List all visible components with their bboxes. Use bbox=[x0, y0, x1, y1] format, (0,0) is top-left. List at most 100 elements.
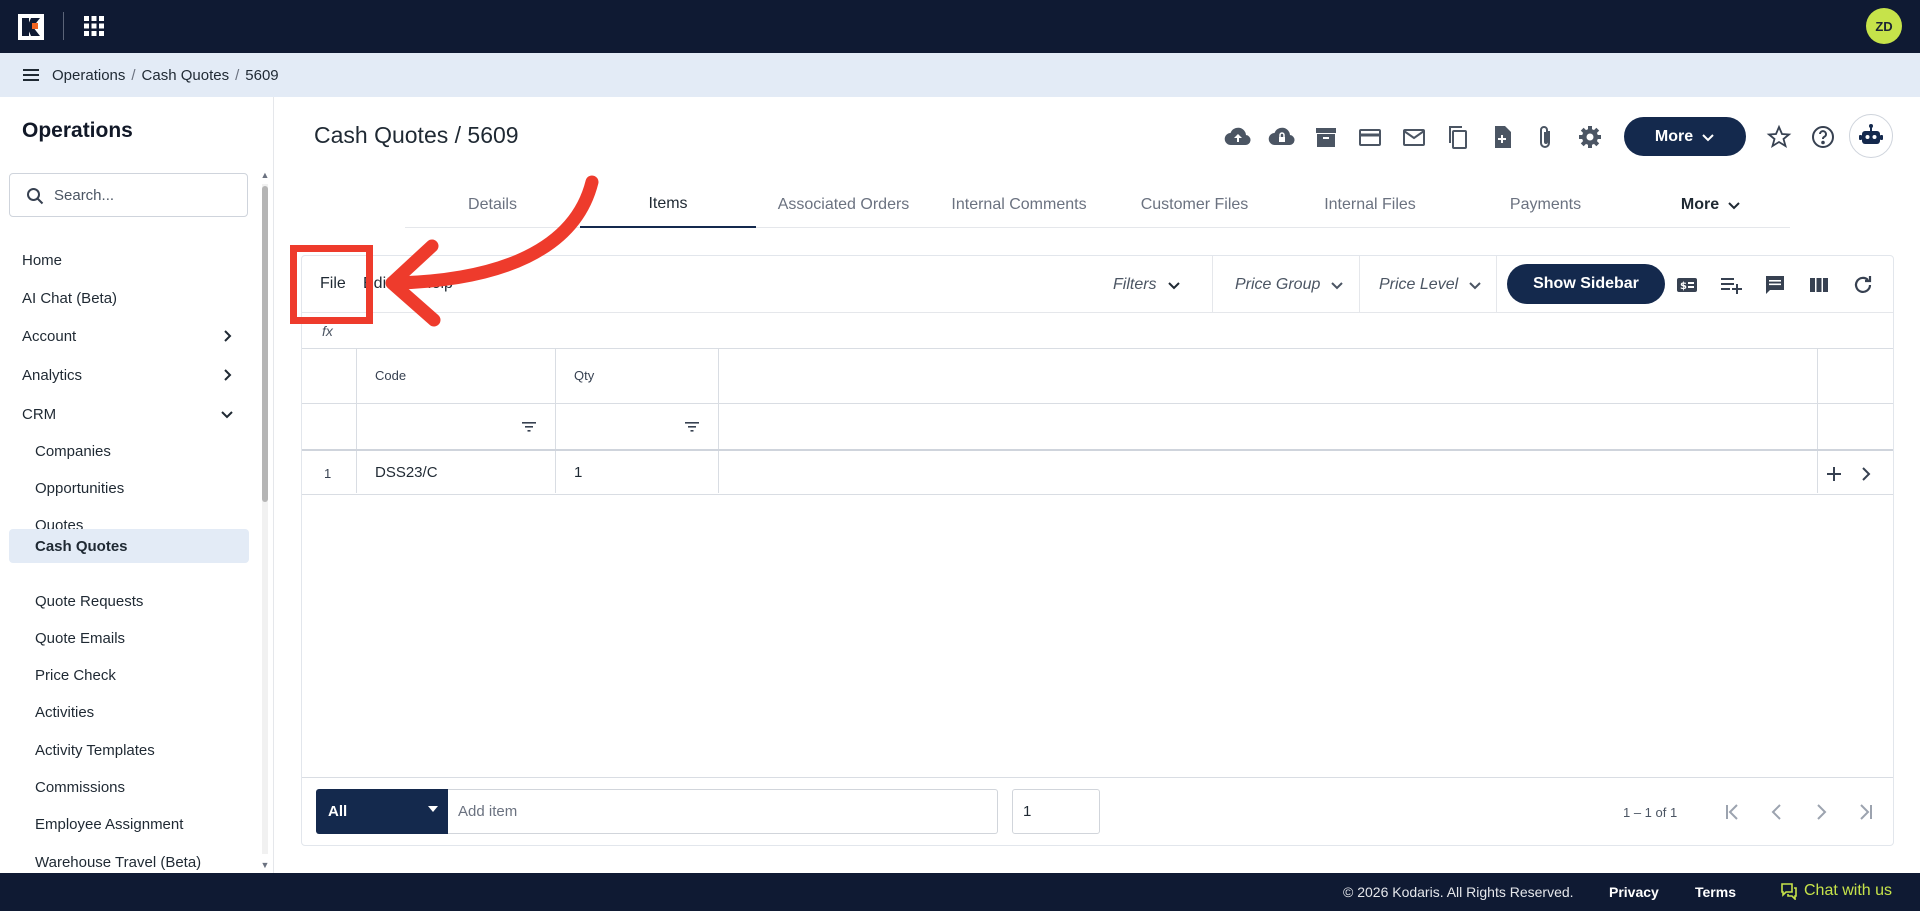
breadcrumb-operations[interactable]: Operations bbox=[52, 67, 125, 84]
mail-icon[interactable] bbox=[1400, 123, 1428, 151]
cloud-upload-icon[interactable] bbox=[1224, 123, 1252, 151]
grid-border bbox=[302, 348, 1893, 349]
sidebar-item-opportunities[interactable]: Opportunities bbox=[9, 471, 249, 505]
new-document-icon[interactable] bbox=[1488, 123, 1516, 151]
sidebar-item-account[interactable]: Account bbox=[9, 319, 249, 353]
chat-with-us-button[interactable]: Chat with us bbox=[1780, 882, 1892, 900]
chevron-right-icon bbox=[224, 330, 232, 342]
sidebar-item-label: Analytics bbox=[22, 366, 83, 384]
first-page-icon[interactable] bbox=[1722, 801, 1744, 823]
next-page-icon[interactable] bbox=[1810, 801, 1832, 823]
sidebar-item-label: Cash Quotes bbox=[35, 537, 128, 555]
scroll-down-arrow-icon[interactable]: ▼ bbox=[260, 860, 270, 870]
breadcrumb-cash-quotes[interactable]: Cash Quotes bbox=[142, 67, 230, 84]
tab-internal-comments[interactable]: Internal Comments bbox=[931, 181, 1107, 228]
chevron-down-icon bbox=[1702, 133, 1714, 141]
kodaris-logo[interactable] bbox=[18, 14, 44, 40]
sidebar-item-employee-assignment[interactable]: Employee Assignment bbox=[9, 807, 249, 841]
scroll-up-arrow-icon[interactable]: ▲ bbox=[260, 170, 270, 180]
sidebar-item-label: Commissions bbox=[35, 778, 126, 796]
menu-help[interactable]: Help bbox=[420, 275, 453, 293]
refresh-icon[interactable] bbox=[1851, 273, 1875, 297]
comment-icon[interactable] bbox=[1763, 273, 1787, 297]
attachment-icon[interactable] bbox=[1532, 123, 1560, 151]
more-button-label: More bbox=[1654, 127, 1694, 145]
plus-icon[interactable] bbox=[1825, 465, 1843, 483]
sidebar-item-home[interactable]: Home bbox=[9, 243, 249, 277]
filter-icon[interactable] bbox=[684, 419, 700, 435]
sidebar-search-input[interactable]: Search... bbox=[9, 173, 248, 217]
tab-bar: Details Items Associated Orders Internal… bbox=[405, 181, 1790, 228]
price-level-dropdown[interactable]: Price Level bbox=[1379, 256, 1482, 313]
menu-file[interactable]: File bbox=[320, 275, 346, 293]
terms-link[interactable]: Terms bbox=[1695, 884, 1736, 900]
sidebar-item-companies[interactable]: Companies bbox=[9, 434, 249, 468]
sidebar-item-quote-requests[interactable]: Quote Requests bbox=[9, 584, 249, 618]
star-icon[interactable] bbox=[1765, 123, 1793, 151]
sidebar-item-ai-chat[interactable]: AI Chat (Beta) bbox=[9, 281, 249, 315]
playlist-add-icon[interactable] bbox=[1719, 273, 1743, 297]
user-avatar[interactable]: ZD bbox=[1866, 8, 1902, 44]
column-header-code[interactable]: Code bbox=[375, 368, 406, 383]
apps-grid-icon[interactable] bbox=[84, 16, 104, 36]
menu-edit[interactable]: Edit bbox=[363, 275, 391, 293]
items-grid-card: File Edit Help Filters Price Group Price… bbox=[301, 255, 1894, 846]
price-group-dropdown[interactable]: Price Group bbox=[1235, 256, 1344, 313]
sidebar-item-label: Opportunities bbox=[35, 479, 125, 497]
add-item-qty-input[interactable]: 1 bbox=[1012, 789, 1100, 834]
hamburger-menu-icon[interactable] bbox=[22, 66, 40, 84]
settings-gear-icon[interactable] bbox=[1576, 123, 1604, 151]
help-icon[interactable] bbox=[1809, 123, 1837, 151]
cell-code[interactable]: DSS23/C bbox=[375, 464, 438, 481]
scrollbar-thumb[interactable] bbox=[262, 186, 268, 502]
sidebar-item-crm[interactable]: CRM bbox=[9, 397, 249, 431]
last-page-icon[interactable] bbox=[1854, 801, 1876, 823]
tab-payments[interactable]: Payments bbox=[1458, 181, 1633, 228]
item-type-select[interactable]: All bbox=[316, 789, 448, 834]
tab-items[interactable]: Items bbox=[580, 181, 756, 228]
sidebar-item-cash-quotes[interactable]: Cash Quotes bbox=[9, 529, 249, 563]
breadcrumb: Operations / Cash Quotes / 5609 bbox=[52, 53, 279, 97]
tab-internal-files[interactable]: Internal Files bbox=[1282, 181, 1458, 228]
grid-footer-divider bbox=[302, 777, 1893, 778]
sidebar-item-label: CRM bbox=[22, 405, 57, 423]
sidebar-item-label: AI Chat (Beta) bbox=[22, 289, 118, 307]
cell-qty[interactable]: 1 bbox=[574, 464, 582, 481]
previous-page-icon[interactable] bbox=[1766, 801, 1788, 823]
sidebar-scrollbar[interactable]: ▲ ▼ bbox=[260, 170, 270, 870]
pagination-range: 1 – 1 of 1 bbox=[1623, 805, 1678, 820]
privacy-link[interactable]: Privacy bbox=[1609, 884, 1659, 900]
archive-icon[interactable] bbox=[1312, 123, 1340, 151]
column-header-qty[interactable]: Qty bbox=[574, 368, 594, 383]
tab-associated-orders[interactable]: Associated Orders bbox=[756, 181, 931, 228]
tab-more[interactable]: More bbox=[1633, 181, 1789, 228]
copyright-text: © 2026 Kodaris. All Rights Reserved. bbox=[1343, 884, 1574, 900]
sidebar-item-activities[interactable]: Activities bbox=[9, 695, 249, 729]
price-tag-icon[interactable]: $ bbox=[1675, 273, 1699, 297]
add-item-placeholder: Add item bbox=[458, 803, 518, 820]
ai-assistant-button[interactable] bbox=[1849, 114, 1893, 158]
sidebar-item-activity-templates[interactable]: Activity Templates bbox=[9, 733, 249, 767]
sidebar-item-quote-emails[interactable]: Quote Emails bbox=[9, 621, 249, 655]
add-item-input[interactable]: Add item bbox=[448, 789, 998, 834]
breadcrumb-current: 5609 bbox=[245, 66, 279, 84]
chevron-right-icon[interactable] bbox=[1857, 465, 1875, 483]
copy-icon[interactable] bbox=[1444, 123, 1472, 151]
header-more-button[interactable]: More bbox=[1624, 117, 1746, 156]
sidebar-item-warehouse-travel[interactable]: Warehouse Travel (Beta) bbox=[9, 845, 249, 873]
tab-customer-files[interactable]: Customer Files bbox=[1107, 181, 1282, 228]
credit-card-icon[interactable] bbox=[1356, 123, 1384, 151]
grid-col-divider bbox=[1817, 349, 1818, 493]
sidebar-item-analytics[interactable]: Analytics bbox=[9, 358, 249, 392]
sidebar: Operations Search... Home AI Chat (Beta)… bbox=[0, 97, 274, 873]
sidebar-item-price-check[interactable]: Price Check bbox=[9, 658, 249, 692]
sidebar-item-commissions[interactable]: Commissions bbox=[9, 770, 249, 804]
price-group-label: Price Group bbox=[1235, 275, 1321, 293]
filter-icon[interactable] bbox=[521, 419, 537, 435]
show-sidebar-button[interactable]: Show Sidebar bbox=[1507, 264, 1665, 304]
grid-row-divider bbox=[302, 494, 1893, 495]
columns-icon[interactable] bbox=[1807, 273, 1831, 297]
cloud-lock-icon[interactable] bbox=[1268, 123, 1296, 151]
tab-details[interactable]: Details bbox=[405, 181, 580, 228]
filters-dropdown[interactable]: Filters bbox=[1113, 256, 1181, 313]
